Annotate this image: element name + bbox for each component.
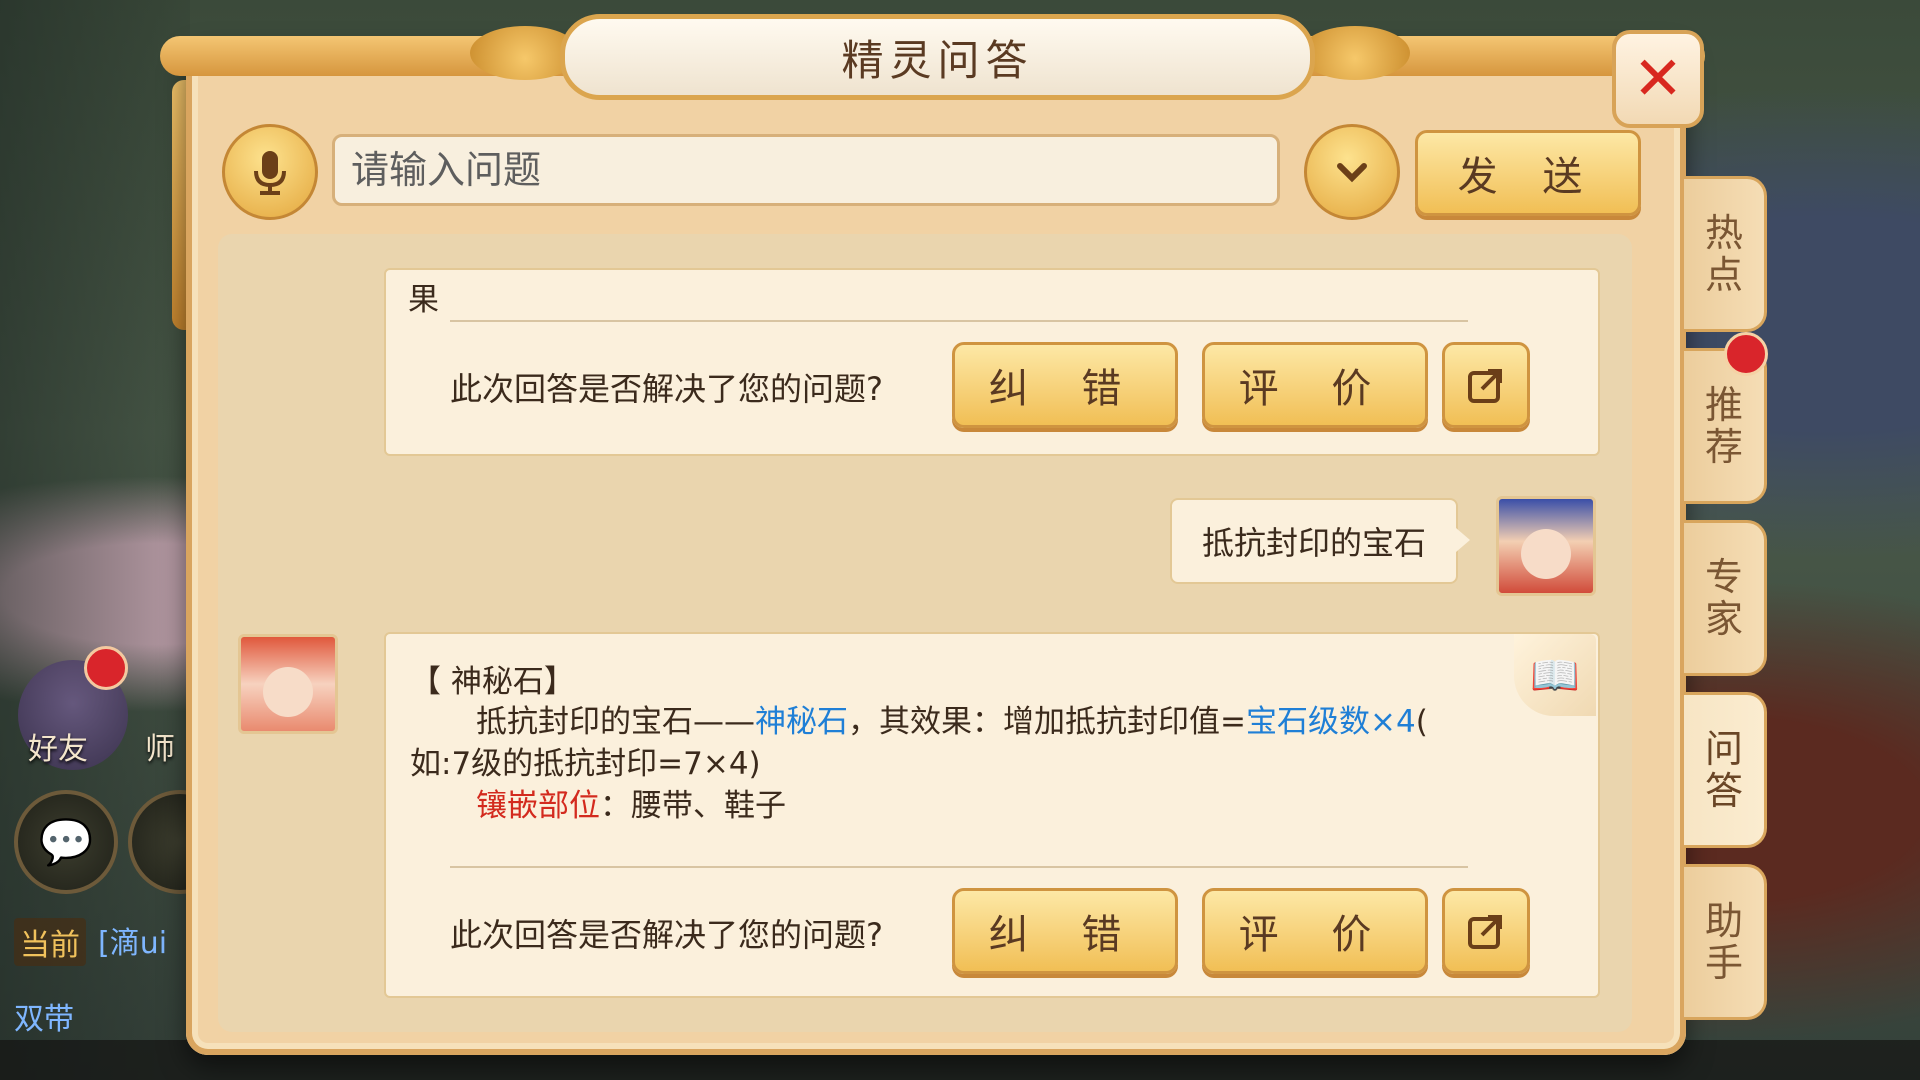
user-message-bubble: 抵抗封印的宝石: [1170, 498, 1470, 584]
tab-label: 热: [1704, 211, 1743, 255]
answer-line-1-paren: (: [1415, 704, 1428, 740]
feedback-question: 此次回答是否解决了您的问题?: [450, 370, 883, 408]
channel-message: [滴ui: [98, 926, 168, 961]
share-button[interactable]: [1442, 888, 1530, 974]
answer-line-2: 如:7级的抵抗封印=7×4): [410, 746, 761, 782]
answer-line-1-text-b: ，其效果：增加抵抗封印值=: [848, 704, 1246, 740]
tab-label: 手: [1704, 941, 1743, 985]
chevron-down-icon: [1337, 163, 1367, 183]
tab-label: 家: [1704, 597, 1743, 641]
formula-link[interactable]: 宝石级数×4: [1246, 704, 1416, 740]
book-icon[interactable]: 📖: [1514, 634, 1596, 716]
share-icon: [1468, 369, 1502, 403]
assistant-avatar: [238, 634, 338, 734]
send-button[interactable]: 发 送: [1415, 130, 1641, 216]
correct-error-button[interactable]: 纠 错: [952, 888, 1178, 974]
share-icon: [1468, 915, 1502, 949]
inlay-position-value: ：腰带、鞋子: [600, 788, 786, 824]
dialog-title: 精灵问答: [841, 35, 1034, 85]
answer-line-1-text: 抵抗封印的宝石——: [476, 704, 755, 740]
tab-label: 荐: [1704, 425, 1743, 469]
channel-current-tag[interactable]: 当前: [14, 918, 86, 966]
answer-line-1: 抵抗封印的宝石——神秘石，其效果：增加抵抗封印值=宝石级数×4(: [476, 696, 1428, 741]
answer-line-3: 镶嵌部位：腰带、鞋子: [476, 780, 786, 825]
answer-card-current: 【 神秘石】 抵抗封印的宝石——神秘石，其效果：增加抵抗封印值=宝石级数×4( …: [384, 632, 1600, 998]
channel-message-2: 双带: [14, 1002, 74, 1037]
chat-bubble-icon: 💬: [38, 817, 94, 868]
tab-label: 问: [1704, 727, 1743, 771]
answer-divider: [450, 320, 1468, 322]
inlay-position-label: 镶嵌部位: [476, 788, 600, 824]
microphone-icon: [254, 151, 286, 195]
dialog-title-plate: 精灵问答: [560, 14, 1315, 100]
share-button[interactable]: [1442, 342, 1530, 428]
recommend-notification-dot: [1724, 332, 1768, 376]
voice-input-button[interactable]: [222, 124, 318, 220]
answer-text-fragment: 果: [408, 282, 439, 318]
history-dropdown-button[interactable]: [1304, 124, 1400, 220]
item-link-mystery-stone[interactable]: 神秘石: [755, 704, 848, 740]
title-ornament-right: [1300, 26, 1410, 80]
rate-button[interactable]: 评 价: [1202, 342, 1428, 428]
friend-notification-dot: [84, 646, 128, 690]
answer-divider: [450, 866, 1468, 868]
question-input[interactable]: [349, 147, 1263, 193]
correct-error-button[interactable]: 纠 错: [952, 342, 1178, 428]
tab-hotspot[interactable]: 热 点: [1684, 176, 1767, 332]
close-icon: ✕: [1632, 44, 1684, 114]
tab-label: 推: [1704, 383, 1743, 427]
rate-button[interactable]: 评 价: [1202, 888, 1428, 974]
tab-expert[interactable]: 专 家: [1684, 520, 1767, 676]
tab-label: 专: [1704, 555, 1743, 599]
answer-card-previous: 果 此次回答是否解决了您的问题? 纠 错 评 价: [384, 268, 1600, 456]
close-button[interactable]: ✕: [1612, 30, 1704, 128]
chat-bubble-button[interactable]: 💬: [14, 790, 118, 894]
user-avatar: [1496, 496, 1596, 596]
tab-label: 答: [1704, 769, 1743, 813]
tab-label: 助: [1704, 899, 1743, 943]
answer-title: 【 神秘石】: [410, 664, 575, 700]
tab-assistant[interactable]: 助 手: [1684, 864, 1767, 1020]
tab-label: 点: [1704, 253, 1743, 297]
friend-label: 好友: [28, 732, 88, 767]
mentor-label: 师: [145, 732, 175, 767]
tab-qa[interactable]: 问 答: [1684, 692, 1767, 848]
feedback-question: 此次回答是否解决了您的问题?: [450, 916, 883, 954]
question-input-box[interactable]: [332, 134, 1280, 206]
